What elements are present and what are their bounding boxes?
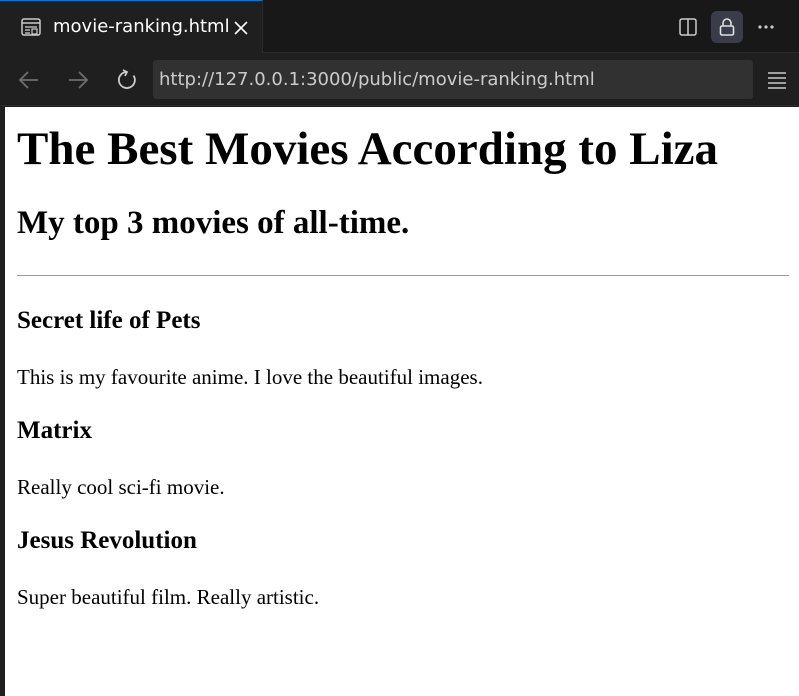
url-input[interactable] (153, 60, 753, 99)
movie-description: Really cool sci-fi movie. (17, 475, 225, 499)
divider (17, 275, 789, 276)
movie-title: Secret life of Pets (17, 307, 201, 334)
movie-description: This is my favourite anime. I love the b… (17, 365, 483, 389)
forward-button[interactable] (65, 67, 91, 93)
movie-description: Super beautiful film. Really artistic. (17, 585, 320, 609)
arrow-right-icon (69, 71, 89, 89)
back-button[interactable] (16, 67, 42, 93)
more-actions-button[interactable] (750, 11, 782, 43)
menu-button[interactable] (765, 68, 789, 92)
address-bar[interactable] (153, 60, 753, 99)
navigation-bar (0, 53, 799, 106)
browser-preview-icon (21, 18, 41, 36)
close-icon[interactable] (232, 19, 250, 37)
page-subheading: My top 3 movies of all-time. (17, 205, 410, 241)
split-editor-icon (679, 18, 697, 36)
movie-title: Matrix (17, 417, 92, 444)
hamburger-menu-icon (768, 72, 786, 89)
page-heading: The Best Movies According to Liza (17, 123, 719, 175)
reload-button[interactable] (114, 67, 140, 93)
tab-bar: movie-ranking.html (0, 0, 799, 53)
browser-window: movie-ranking.html http://127.0.0.1:3000… (0, 0, 799, 696)
movie-title: Jesus Revolution (17, 527, 197, 554)
refresh-icon (118, 69, 136, 89)
arrow-left-icon (18, 71, 38, 89)
tab-movie-ranking[interactable]: movie-ranking.html (0, 0, 263, 53)
ellipsis-icon (758, 25, 774, 29)
lock-icon (719, 18, 735, 36)
page-viewport: The Best Movies According to Liza My top… (5, 107, 799, 696)
tab-title: movie-ranking.html (53, 16, 230, 37)
split-editor-button[interactable] (672, 11, 704, 43)
lock-editor-button[interactable] (711, 11, 743, 43)
